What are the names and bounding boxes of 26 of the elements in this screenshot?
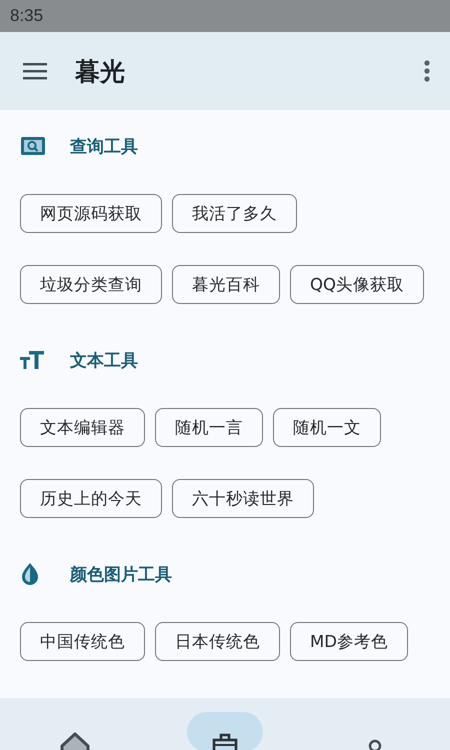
drop-icon bbox=[20, 562, 40, 586]
section-title: 查询工具 bbox=[70, 136, 138, 158]
text-size-icon bbox=[20, 351, 44, 369]
tool-chip[interactable]: MD参考色 bbox=[290, 622, 408, 661]
tool-chip[interactable]: 中国传统色 bbox=[20, 622, 145, 661]
tool-chip[interactable]: 日本传统色 bbox=[155, 622, 280, 661]
app-title: 暮光 bbox=[75, 56, 126, 88]
more-options-icon[interactable] bbox=[424, 60, 430, 82]
home-icon bbox=[60, 732, 90, 750]
tool-chip[interactable]: 网页源码获取 bbox=[20, 194, 162, 233]
section-title: 颜色图片工具 bbox=[70, 564, 172, 586]
tool-chip[interactable]: QQ头像获取 bbox=[290, 265, 424, 304]
status-time: 8:35 bbox=[10, 6, 44, 26]
tool-chip[interactable]: 历史上的今天 bbox=[20, 479, 162, 518]
search-icon bbox=[20, 136, 46, 156]
tool-chip[interactable]: 六十秒读世界 bbox=[172, 479, 314, 518]
tool-chip[interactable]: 随机一言 bbox=[155, 408, 263, 447]
menu-icon[interactable] bbox=[23, 62, 47, 80]
tool-chip[interactable]: 我活了多久 bbox=[172, 194, 297, 233]
section-title: 文本工具 bbox=[70, 350, 138, 372]
tool-chip[interactable]: 文本编辑器 bbox=[20, 408, 145, 447]
nav-item[interactable] bbox=[187, 712, 263, 750]
tool-chip[interactable]: 垃圾分类查询 bbox=[20, 265, 162, 304]
tool-chip[interactable]: 随机一文 bbox=[273, 408, 381, 447]
toolbox-icon bbox=[212, 732, 238, 750]
tool-chip[interactable]: 暮光百科 bbox=[172, 265, 280, 304]
